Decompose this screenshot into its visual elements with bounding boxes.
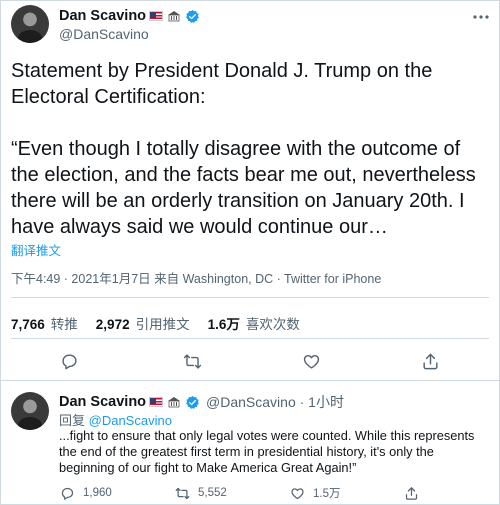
tweet-action-bar [0,349,500,373]
tweet-text: Statement by President Donald J. Trump o… [11,60,476,238]
reply-text: ...fight to ensure that only legal votes… [59,428,475,475]
verified-badge-icon [186,9,199,23]
author-name[interactable]: Dan Scavino [59,8,146,24]
us-flag-icon [149,397,164,407]
verified-badge-icon [186,395,199,409]
reply-button[interactable] [60,352,79,371]
more-options-icon[interactable] [472,14,490,20]
share-icon [405,486,418,500]
reply-retweet-count: 5,552 [198,487,227,499]
reply-author-row: Dan Scavino @DanScavino · 1小时 [59,392,344,412]
replying-to-label: 回复 [59,413,86,428]
divider [0,380,500,381]
retweet-icon [175,487,190,499]
share-button[interactable] [421,352,440,371]
reply-author-name[interactable]: Dan Scavino [59,394,146,410]
tweet-timestamp-source[interactable]: 下午4:49 · 2021年1月7日 来自 Washington, DC · T… [11,268,381,287]
like-count[interactable]: 1.6万 [208,313,240,333]
reply-count: 1,960 [83,487,112,499]
white-house-icon [168,11,181,22]
heart-icon [303,354,320,369]
retweet-icon [183,353,202,369]
like-label[interactable]: 喜欢次数 [246,313,300,333]
replying-to-mention[interactable]: @DanScavino [89,413,172,428]
quote-count[interactable]: 2,972 [96,317,130,332]
like-button[interactable] [302,352,321,371]
heart-icon [291,487,304,499]
reply-handle-time[interactable]: @DanScavino · 1小时 [206,392,344,412]
comment-icon [62,353,77,369]
retweet-count[interactable]: 7,766 [11,317,45,332]
reply-like-count: 1.5万 [313,488,341,500]
tweet-stats: 7,766 转推 2,972 引用推文 1.6万 喜欢次数 [11,313,318,333]
retweet-label[interactable]: 转推 [51,313,78,333]
reply-avatar[interactable] [11,392,49,430]
author-handle[interactable]: @DanScavino [59,26,149,42]
reply-action-bar: 1,960 5,552 1.5万 [0,483,500,503]
author-name-row: Dan Scavino [59,8,200,24]
reply-retweet-button[interactable]: 5,552 [175,486,227,501]
translate-tweet-link[interactable]: 翻译推文 [11,240,61,259]
replying-to: 回复 @DanScavino [59,410,172,429]
retweet-button[interactable] [183,352,202,371]
avatar[interactable] [11,5,49,43]
share-icon [423,353,438,369]
quote-label[interactable]: 引用推文 [136,313,190,333]
reply-share-button[interactable] [404,486,419,501]
white-house-icon [168,397,181,408]
us-flag-icon [149,11,164,21]
comment-icon [61,487,74,500]
reply-like-button[interactable]: 1.5万 [290,485,341,501]
divider [11,338,489,339]
reply-reply-button[interactable]: 1,960 [60,486,112,501]
divider [11,297,489,298]
